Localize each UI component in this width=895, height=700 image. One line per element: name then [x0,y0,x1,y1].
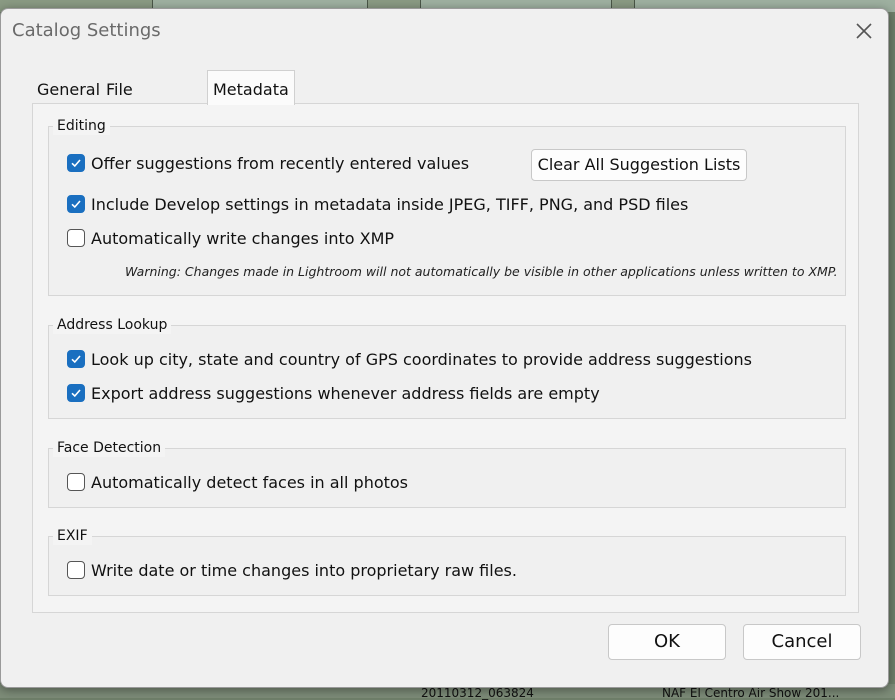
address-lookup-group: Address Lookup Look up city, state and c… [48,316,846,419]
write-date-time-option[interactable]: Write date or time changes into propriet… [67,559,517,581]
offer-suggestions-checkbox[interactable] [67,154,85,172]
auto-detect-faces-option[interactable]: Automatically detect faces in all photos [67,471,408,493]
include-develop-label: Include Develop settings in metadata ins… [91,194,689,214]
include-develop-option[interactable]: Include Develop settings in metadata ins… [67,193,688,215]
catalog-settings-dialog: Catalog Settings General File Handling M… [0,8,889,688]
write-date-time-checkbox[interactable] [67,561,85,579]
auto-write-xmp-label: Automatically write changes into XMP [91,228,395,248]
offer-suggestions-label: Offer suggestions from recently entered … [91,153,470,173]
checkmark-icon [71,355,81,364]
title-bar: Catalog Settings [1,9,888,51]
offer-suggestions-option[interactable]: Offer suggestions from recently entered … [67,152,469,174]
exif-legend: EXIF [53,527,92,545]
include-develop-checkbox[interactable] [67,195,85,213]
editing-legend: Editing [53,117,110,135]
export-address-suggestions-label: Export address suggestions whenever addr… [91,383,600,403]
window-title: Catalog Settings [12,20,161,41]
lookup-gps-label: Look up city, state and country of GPS c… [91,349,752,369]
exif-group: EXIF Write date or time changes into pro… [48,527,846,596]
address-lookup-legend: Address Lookup [53,316,172,334]
write-date-time-label: Write date or time changes into propriet… [91,560,517,580]
metadata-panel: Editing Offer suggestions from recently … [32,103,859,613]
tab-metadata[interactable]: Metadata [207,70,295,105]
auto-write-xmp-option[interactable]: Automatically write changes into XMP [67,227,394,249]
face-detection-group: Face Detection Automatically detect face… [48,439,846,508]
tab-file-handling[interactable]: File Handling [101,76,182,126]
close-button[interactable] [850,17,878,45]
export-address-suggestions-option[interactable]: Export address suggestions whenever addr… [67,382,600,404]
face-detection-legend: Face Detection [53,439,166,457]
cancel-button[interactable]: Cancel [743,624,861,660]
close-icon [856,23,872,39]
auto-detect-faces-checkbox[interactable] [67,473,85,491]
tab-general[interactable]: General [32,76,105,103]
clear-all-suggestion-lists-button[interactable]: Clear All Suggestion Lists [531,149,747,181]
ok-button[interactable]: OK [608,624,726,660]
xmp-warning-text: Warning: Changes made in Lightroom will … [125,264,838,279]
checkmark-icon [71,200,81,209]
editing-group: Editing Offer suggestions from recently … [48,117,846,296]
lookup-gps-checkbox[interactable] [67,350,85,368]
checkmark-icon [71,389,81,398]
export-address-suggestions-checkbox[interactable] [67,384,85,402]
checkmark-icon [71,159,81,168]
auto-detect-faces-label: Automatically detect faces in all photos [91,472,409,492]
lookup-gps-option[interactable]: Look up city, state and country of GPS c… [67,348,752,370]
auto-write-xmp-checkbox[interactable] [67,229,85,247]
